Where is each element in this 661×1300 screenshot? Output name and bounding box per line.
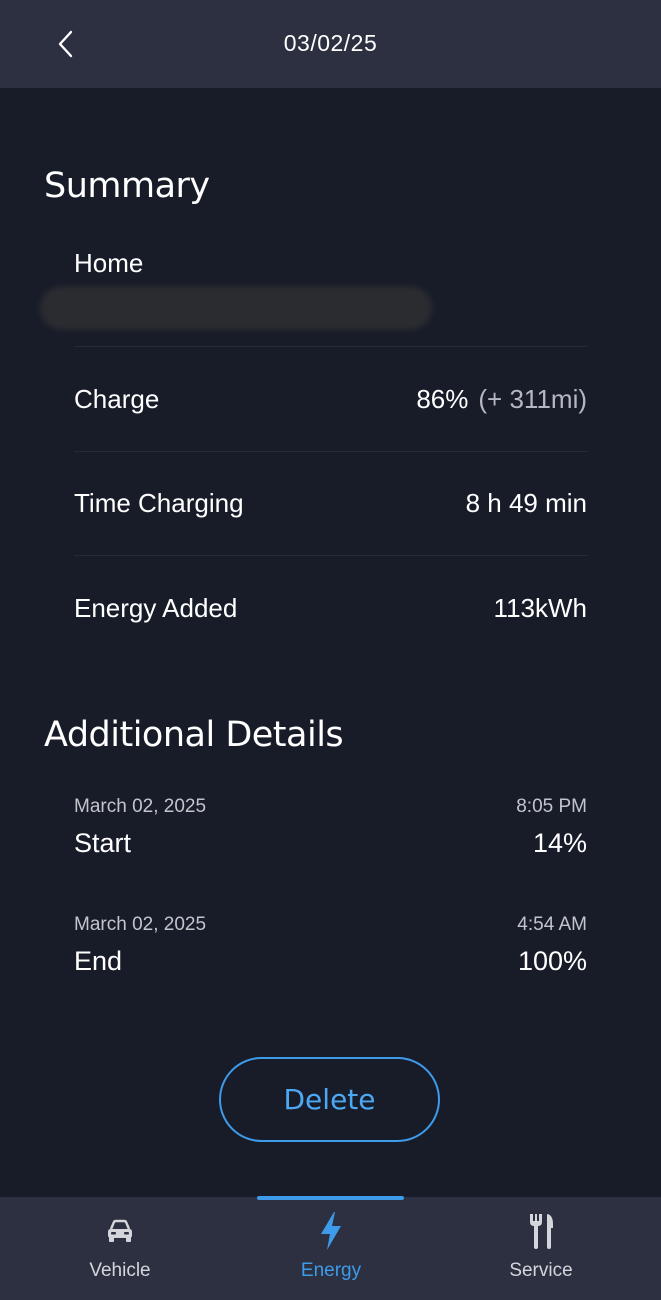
delete-button[interactable]: Delete xyxy=(219,1057,440,1142)
charge-value: 86% (+ 311mi) xyxy=(416,384,587,415)
end-label: End xyxy=(74,946,123,976)
nav-label: Service xyxy=(509,1260,573,1281)
nav-item-energy[interactable]: Energy xyxy=(221,1197,441,1300)
additional-details-heading: Additional Details xyxy=(44,715,344,755)
charge-range-added: (+ 311mi) xyxy=(478,384,587,414)
summary-heading: Summary xyxy=(44,166,210,206)
divider xyxy=(74,451,587,452)
time-charging-value: 8 h 49 min xyxy=(465,488,587,518)
car-icon xyxy=(100,1211,140,1251)
end-date: March 02, 2025 xyxy=(74,914,207,935)
start-percent: 14% xyxy=(532,828,587,858)
top-app-bar: 03/02/25 xyxy=(0,0,661,88)
time-charging-label: Time Charging xyxy=(74,488,244,518)
divider xyxy=(74,346,587,347)
energy-added-value: 113kWh xyxy=(493,593,587,623)
divider xyxy=(74,555,587,556)
charge-location-name: Home xyxy=(74,248,144,278)
lightning-bolt-icon xyxy=(311,1211,351,1251)
charge-percent: 86% xyxy=(416,384,469,414)
charge-label: Charge xyxy=(74,384,160,414)
end-time: 4:54 AM xyxy=(517,914,587,935)
page-title: 03/02/25 xyxy=(283,30,378,56)
redacted-address xyxy=(40,286,432,330)
nav-label: Vehicle xyxy=(89,1260,151,1281)
nav-item-service[interactable]: Service xyxy=(431,1197,651,1300)
nav-label: Energy xyxy=(300,1260,362,1281)
start-date: March 02, 2025 xyxy=(74,796,207,817)
energy-added-label: Energy Added xyxy=(74,593,238,623)
bottom-nav: Vehicle Energy Service xyxy=(0,1197,661,1300)
tools-icon xyxy=(521,1211,561,1251)
active-tab-indicator xyxy=(257,1196,404,1200)
start-label: Start xyxy=(74,828,132,858)
end-percent: 100% xyxy=(517,946,587,976)
start-time: 8:05 PM xyxy=(516,796,587,817)
nav-item-vehicle[interactable]: Vehicle xyxy=(10,1197,230,1300)
